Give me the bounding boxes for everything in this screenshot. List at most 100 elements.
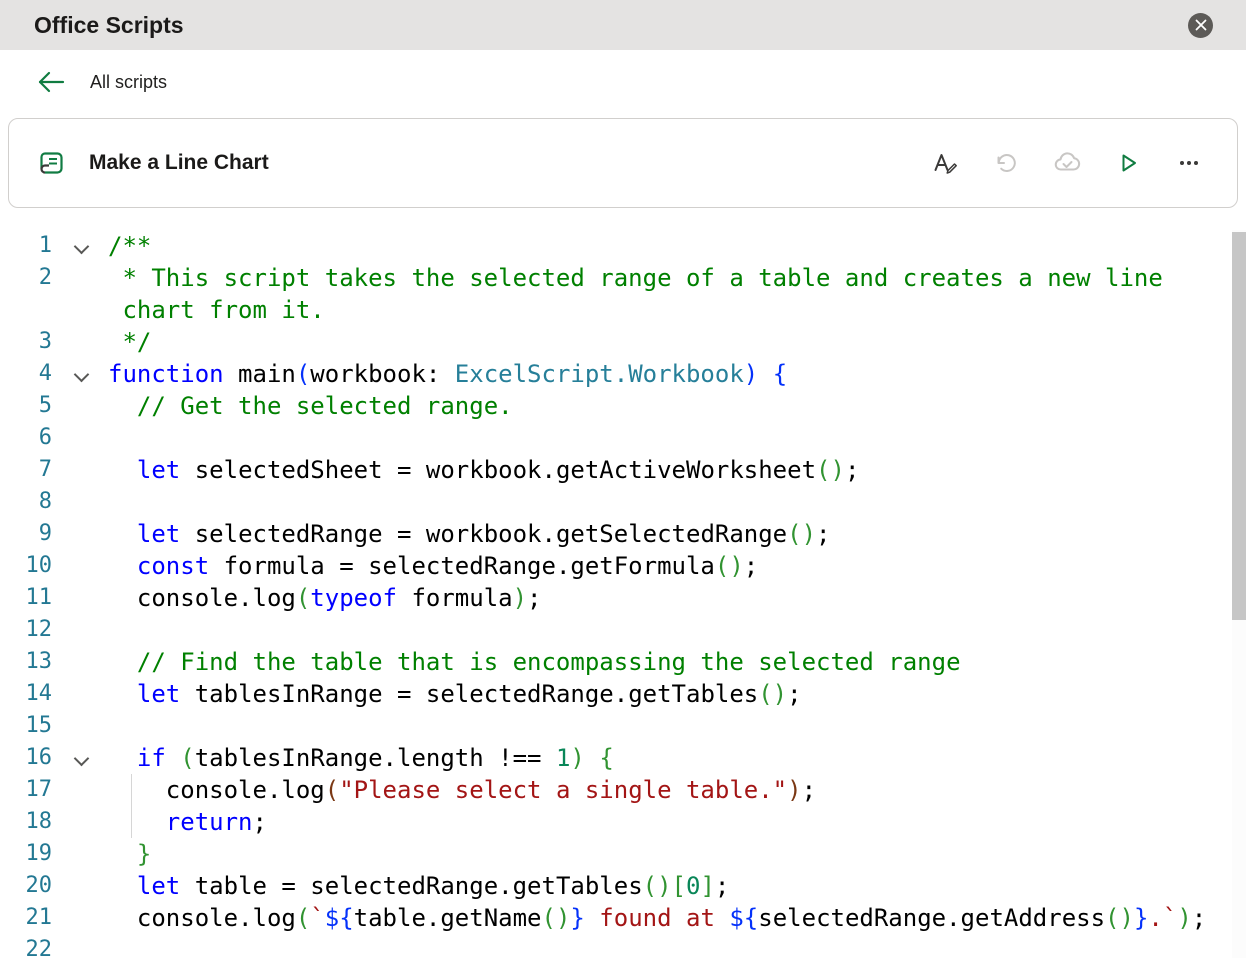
script-title: Make a Line Chart [89, 151, 269, 174]
run-icon [1114, 149, 1142, 177]
run-button[interactable] [1108, 143, 1148, 183]
line-number: 5 [38, 393, 52, 418]
code-line[interactable]: 11 console.log(typeof formula); [0, 582, 1246, 614]
code-line[interactable]: 6 [0, 422, 1246, 454]
close-button[interactable] [1188, 12, 1213, 38]
code-line[interactable]: 4 function main(workbook: ExcelScript.Wor… [0, 358, 1246, 390]
code-line[interactable]: 16 if (tablesInRange.length !== 1) { [0, 742, 1246, 774]
code-line[interactable]: 1 /** [0, 230, 1246, 262]
back-nav: All scripts [0, 50, 1246, 114]
code-line[interactable]: 13 // Find the table that is encompassin… [0, 646, 1246, 678]
line-number: 3 [38, 329, 52, 354]
fold-chevron-icon[interactable] [73, 238, 89, 255]
fold-gutter [58, 390, 104, 401]
undo-icon [992, 149, 1020, 177]
fold-gutter [58, 486, 104, 497]
script-card: Make a Line Chart [8, 118, 1238, 208]
code-line[interactable]: 18 return; [0, 806, 1246, 838]
code-line[interactable]: 22 [0, 934, 1246, 958]
office-scripts-pane: Office Scripts All scripts Make a Line C… [0, 0, 1246, 958]
rename-button[interactable] [925, 143, 965, 183]
fold-gutter [58, 870, 104, 881]
fold-chevron-icon[interactable] [73, 366, 89, 383]
code-line[interactable]: 8 [0, 486, 1246, 518]
code-line[interactable]: 21 console.log(`${table.getName()} found… [0, 902, 1246, 934]
code-line[interactable]: 20 let table = selectedRange.getTables()… [0, 870, 1246, 902]
more-options-button[interactable] [1169, 143, 1209, 183]
code-text: /** [108, 232, 152, 260]
fold-gutter [58, 902, 104, 913]
fold-gutter [58, 774, 104, 785]
fold-gutter [58, 646, 104, 657]
fold-gutter [58, 518, 104, 529]
fold-gutter[interactable] [58, 230, 104, 255]
line-number: 8 [38, 489, 52, 514]
code-text: const formula = selectedRange.getFormula… [104, 550, 1246, 582]
line-number: 2 [38, 265, 52, 290]
code-text: let selectedRange = workbook.getSelected… [104, 518, 1246, 550]
line-number: 11 [25, 585, 53, 610]
code-line[interactable]: 12 [0, 614, 1246, 646]
cloud-sync-button[interactable] [1047, 143, 1087, 183]
fold-gutter [58, 582, 104, 593]
code-line[interactable]: 10 const formula = selectedRange.getForm… [0, 550, 1246, 582]
code-line[interactable]: 19 } [0, 838, 1246, 870]
code-text: */ [104, 326, 1246, 358]
fold-chevron-icon[interactable] [73, 750, 89, 767]
fold-gutter [58, 806, 104, 817]
editor-scrollbar[interactable] [1232, 230, 1246, 958]
code-text: console.log(typeof formula); [104, 582, 1246, 614]
fold-gutter [58, 614, 104, 625]
code-line[interactable]: 17 console.log("Please select a single t… [0, 774, 1246, 806]
fold-gutter [58, 422, 104, 433]
fold-gutter [58, 934, 104, 945]
code-line[interactable]: 14 let tablesInRange = selectedRange.get… [0, 678, 1246, 710]
code-text: } [104, 838, 1246, 870]
scrollbar-thumb[interactable] [1232, 232, 1246, 620]
code-line[interactable]: 2 * This script takes the selected range… [0, 262, 1246, 326]
code-editor[interactable]: 1/** 2 * This script takes the selected r… [0, 230, 1246, 958]
line-number: 10 [25, 553, 53, 578]
line-number: 4 [38, 361, 52, 386]
code-line[interactable]: 7 let selectedSheet = workbook.getActive… [0, 454, 1246, 486]
line-number: 7 [38, 457, 52, 482]
code-text: console.log(`${table.getName()} found at… [104, 902, 1246, 934]
line-number: 18 [25, 809, 53, 834]
line-number: 17 [25, 777, 53, 802]
code-line[interactable]: 5 // Get the selected range. [0, 390, 1246, 422]
pane-title: Office Scripts [34, 11, 184, 38]
code-text: console.log("Please select a single tabl… [104, 774, 1246, 806]
line-number: 15 [25, 713, 53, 738]
ellipsis-icon [1175, 149, 1203, 177]
code-text: * This script takes the selected range o… [104, 262, 1246, 326]
code-line[interactable]: 9 let selectedRange = workbook.getSelect… [0, 518, 1246, 550]
back-button[interactable]: All scripts [36, 69, 167, 95]
line-number: 19 [25, 841, 53, 866]
line-number: 9 [38, 521, 52, 546]
code-text: return; [104, 806, 1246, 838]
fold-gutter [58, 550, 104, 561]
code-text: function main(workbook: ExcelScript.Work… [108, 360, 788, 388]
code-line[interactable]: 3 */ [0, 326, 1246, 358]
fold-gutter[interactable] [58, 358, 104, 383]
line-number: 6 [38, 425, 52, 450]
line-number: 16 [25, 745, 53, 770]
fold-gutter [58, 262, 104, 273]
undo-button[interactable] [986, 143, 1026, 183]
fold-gutter [58, 710, 104, 721]
title-bar: Office Scripts [0, 0, 1246, 50]
line-number: 22 [25, 937, 53, 958]
code-text: let tablesInRange = selectedRange.getTab… [104, 678, 1246, 710]
fold-gutter [58, 454, 104, 465]
fold-gutter[interactable] [58, 742, 104, 767]
script-icon [35, 147, 67, 179]
code-line[interactable]: 15 [0, 710, 1246, 742]
close-icon [1195, 19, 1207, 31]
code-text: let table = selectedRange.getTables()[0]… [104, 870, 1246, 902]
line-number: 12 [25, 617, 53, 642]
